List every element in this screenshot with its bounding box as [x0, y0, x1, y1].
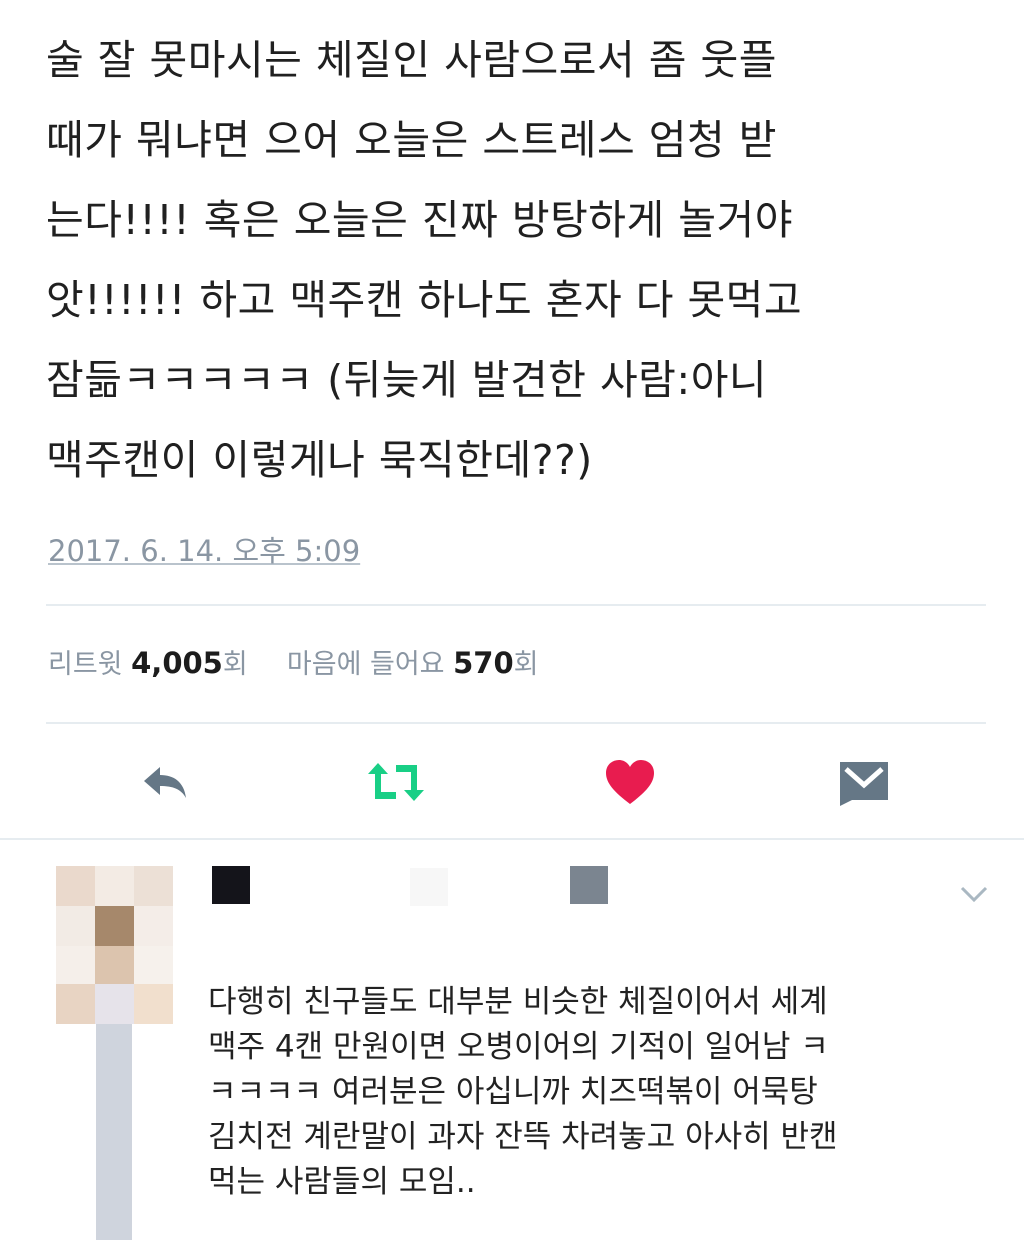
like-count-unit: 회	[513, 649, 539, 680]
retweet-button[interactable]	[364, 752, 424, 812]
like-button[interactable]	[600, 752, 660, 812]
tweet-actions	[0, 752, 1024, 812]
tweet-text-line: 앗!!!!!! 하고 맥주캔 하나도 혼자 다 못먹고	[46, 276, 803, 324]
heart-icon	[606, 760, 654, 804]
reply-text-line: 다행히 친구들도 대부분 비슷한 체질이어서 세계	[208, 984, 828, 1020]
tweet-text: 술 잘 못마시는 체질인 사람으로서 좀 웃플 때가 뭐냐면 으어 오늘은 스트…	[46, 20, 1006, 500]
reply-text: 다행히 친구들도 대부분 비슷한 체질이어서 세계 맥주 4캔 만원이면 오병이…	[208, 980, 1008, 1205]
divider	[0, 838, 1024, 840]
tweet-text-line: 맥주캔이 이렇게나 묵직한데??)	[46, 436, 593, 484]
tweet-text-line: 는다!!!! 혹은 오늘은 진짜 방탕하게 놀거야	[46, 196, 793, 244]
like-stat-label: 마음에 들어요	[286, 649, 445, 680]
reply-text-line: 김치전 계란말이 과자 잔뜩 차려놓고 아사히 반캔	[208, 1119, 838, 1155]
censored-name-block	[570, 866, 608, 904]
censored-name-block	[410, 868, 448, 906]
retweet-stat-label: 리트윗	[48, 649, 123, 680]
direct-message-button[interactable]	[834, 752, 894, 812]
retweet-count-unit: 회	[222, 649, 248, 680]
reply-icon	[144, 767, 186, 798]
divider	[46, 722, 986, 724]
reply-avatar[interactable]	[56, 866, 173, 1024]
reply-text-line: 먹는 사람들의 모임..	[208, 1164, 476, 1200]
chevron-down-icon[interactable]	[958, 878, 990, 910]
retweet-icon	[368, 763, 424, 801]
reply-text-line: 맥주 4캔 만원이면 오병이어의 기적이 일어남 ㅋ	[208, 1029, 829, 1065]
reply-text-line: ㅋㅋㅋㅋ 여러분은 아십니까 치즈떡볶이 어묵탕	[208, 1074, 818, 1110]
reply-button[interactable]	[136, 752, 196, 812]
tweet-text-line: 잠듦ㅋㅋㅋㅋㅋ (뒤늦게 발견한 사람:아니	[46, 356, 768, 404]
thread-line	[96, 1024, 132, 1240]
tweet-text-line: 때가 뭐냐면 으어 오늘은 스트레스 엄청 받	[46, 116, 777, 164]
divider	[46, 604, 986, 606]
tweet-text-line: 술 잘 못마시는 체질인 사람으로서 좀 웃플	[46, 36, 777, 84]
retweet-count[interactable]: 4,005	[131, 646, 223, 680]
direct-message-icon	[840, 762, 888, 806]
tweet-timestamp-link[interactable]: 2017. 6. 14. 오후 5:09	[48, 528, 360, 570]
tweet-stats: 리트윗 4,005회 마음에 들어요 570회	[48, 642, 539, 681]
censored-name-block	[212, 866, 250, 904]
like-count[interactable]: 570	[453, 646, 514, 680]
